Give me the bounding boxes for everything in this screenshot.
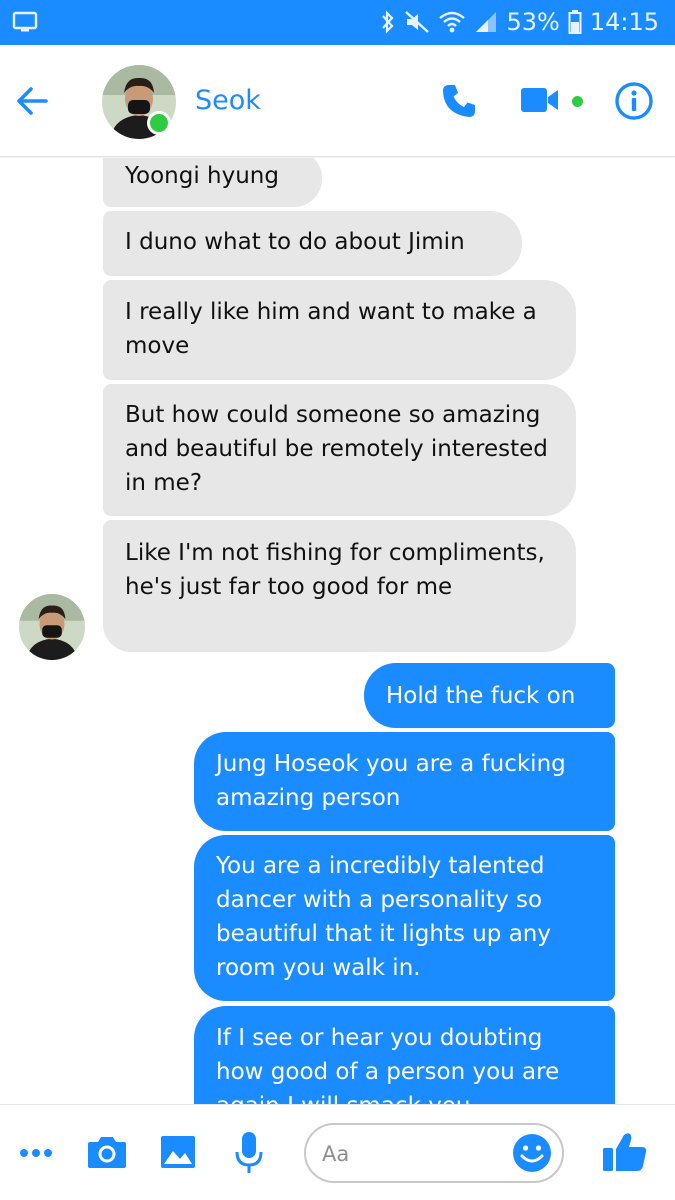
person-photo-icon [19, 594, 85, 660]
like-button[interactable] [602, 1131, 648, 1173]
phone-icon [443, 85, 475, 117]
more-actions-button[interactable] [18, 1141, 54, 1165]
clock: 14:15 [589, 8, 659, 36]
info-icon [615, 82, 653, 120]
voice-call-button[interactable] [440, 82, 478, 120]
battery-percent: 53% [506, 8, 560, 36]
more-icon [20, 1149, 52, 1157]
gallery-button[interactable] [160, 1133, 196, 1171]
sender-avatar[interactable] [19, 594, 85, 660]
screen-mirror-icon [12, 11, 38, 33]
wifi-icon [438, 10, 466, 34]
back-button[interactable] [14, 83, 50, 119]
arrow-left-icon [17, 87, 48, 115]
message-bubble-incoming[interactable]: I duno what to do about Jimin [103, 211, 522, 276]
mute-icon [404, 10, 430, 34]
message-input[interactable] [322, 1139, 512, 1169]
video-active-indicator [572, 96, 583, 107]
online-status-indicator [147, 111, 171, 135]
message-bubble-outgoing[interactable]: You are a incredibly talented dancer wit… [194, 835, 615, 1001]
emoji-icon [513, 1134, 551, 1172]
microphone-icon [235, 1132, 263, 1173]
battery-icon [568, 9, 582, 35]
bluetooth-icon [380, 9, 396, 35]
message-input-container [304, 1123, 564, 1183]
signal-icon [474, 10, 498, 34]
conversation-info-button[interactable] [614, 81, 654, 121]
conversation-header: Seok [0, 45, 675, 157]
message-bubble-incoming[interactable]: I really like him and want to make a mov… [103, 280, 576, 380]
message-bubble-outgoing[interactable]: Jung Hoseok you are a fucking amazing pe… [194, 732, 615, 831]
voice-record-button[interactable] [234, 1130, 264, 1176]
message-bubble-incoming[interactable]: Yoongi hyung [103, 158, 322, 207]
status-bar: 53% 14:15 [0, 0, 675, 45]
camera-icon [88, 1137, 126, 1168]
thumbs-up-icon [603, 1133, 647, 1171]
message-bubble-outgoing[interactable]: Hold the fuck on [364, 663, 615, 728]
message-list[interactable]: Yoongi hyung I duno what to do about Jim… [0, 158, 675, 1104]
contact-name[interactable]: Seok [195, 85, 261, 116]
message-composer [0, 1104, 675, 1200]
message-bubble-incoming[interactable]: Like I'm not fishing for compliments, he… [103, 520, 576, 652]
gallery-icon [161, 1136, 195, 1168]
message-bubble-outgoing[interactable]: If I see or hear you doubting how good o… [194, 1006, 615, 1104]
video-camera-icon [521, 88, 558, 112]
emoji-button[interactable] [512, 1133, 552, 1173]
message-bubble-incoming[interactable]: But how could someone so amazing and bea… [103, 384, 576, 516]
video-call-button[interactable] [520, 85, 560, 115]
camera-button[interactable] [86, 1133, 128, 1171]
